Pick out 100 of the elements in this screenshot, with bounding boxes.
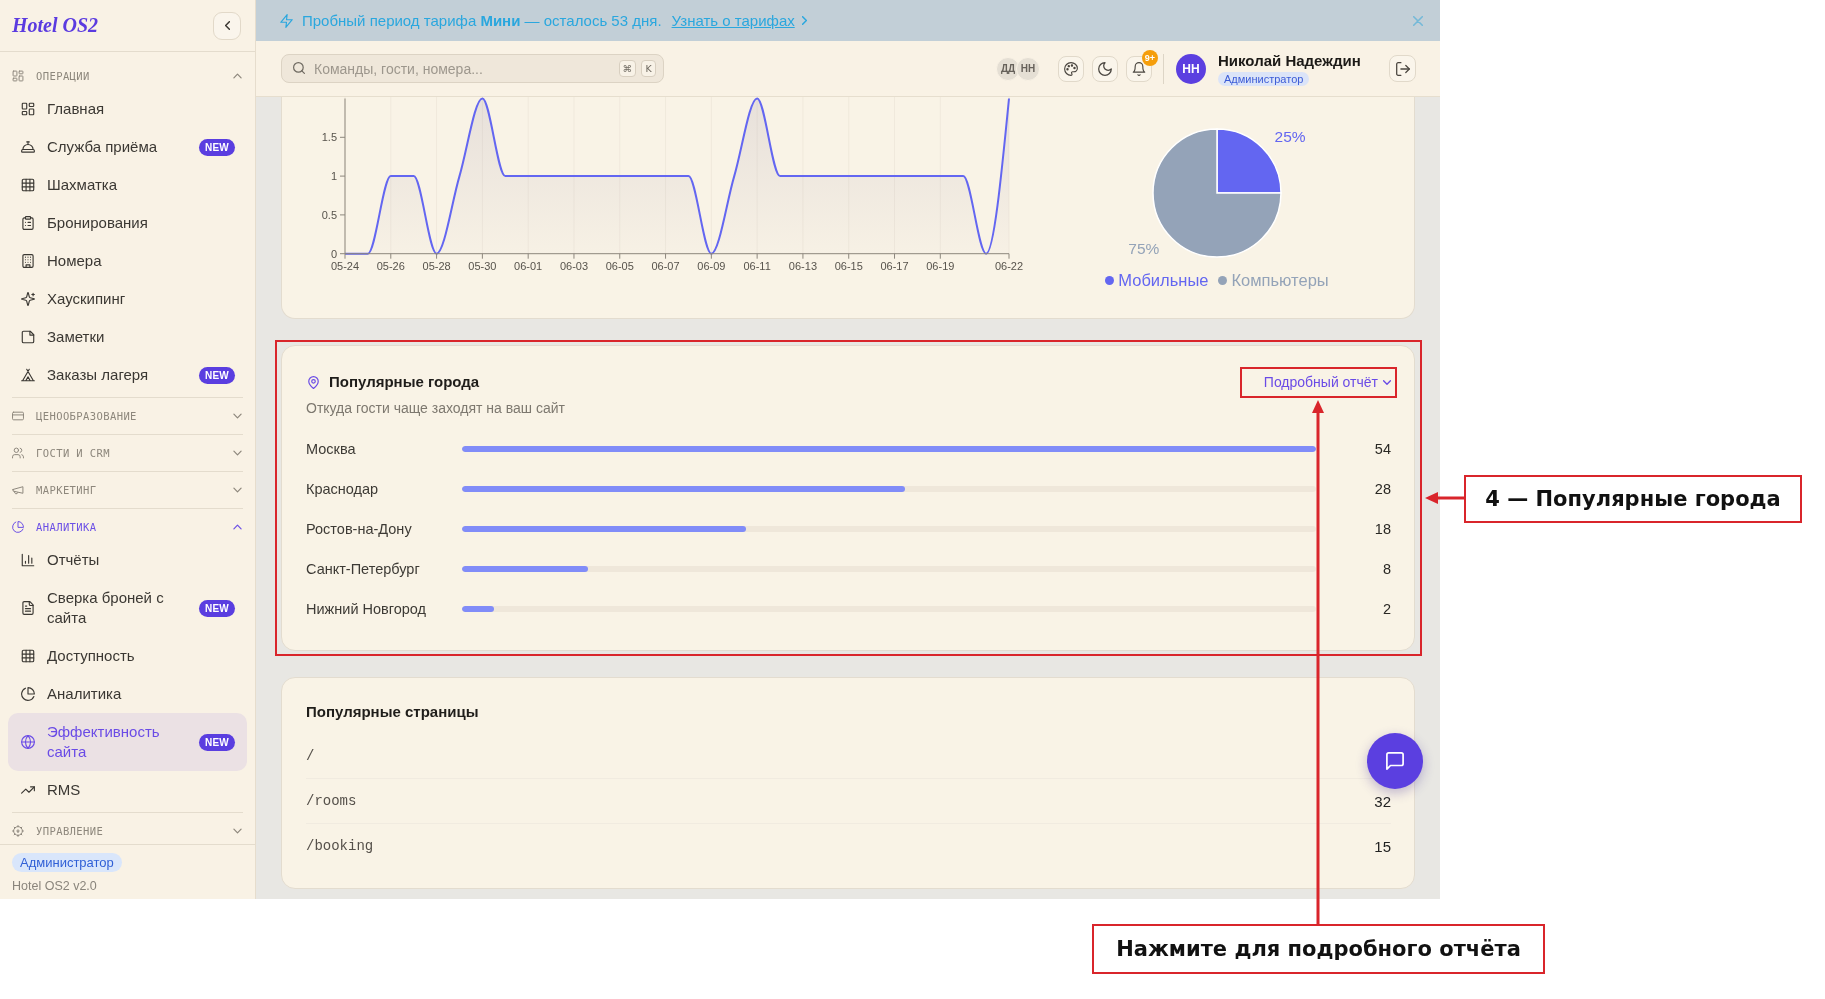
nav-item[interactable]: Сверка броней с сайта NEW [8, 579, 247, 637]
logout-icon [1395, 61, 1410, 76]
chevron-down-icon [1383, 379, 1391, 385]
tent-icon [21, 368, 35, 382]
shortcut-key: K [641, 60, 656, 77]
nav-item[interactable]: Аналитика [8, 675, 247, 713]
tick-label: 06-11 [743, 259, 771, 272]
chevron-down-icon [233, 450, 242, 456]
moon-icon [1098, 61, 1112, 76]
city-name: Москва [306, 441, 357, 457]
presence-avatar: НН [1016, 56, 1040, 81]
visit-count: 8 [1382, 561, 1391, 577]
city-name: Нижний Новгород [306, 601, 428, 617]
tick-label: 06-22 [994, 259, 1024, 272]
chevron-down-icon [233, 487, 242, 493]
card-title: Популярные страницы [306, 702, 480, 722]
gear-icon [12, 825, 24, 837]
arrow [1425, 491, 1464, 505]
chevron-down-icon [233, 413, 242, 419]
sparkle-icon [21, 292, 35, 306]
theme-button[interactable] [1092, 55, 1118, 82]
view-count: 15 [1374, 837, 1391, 855]
tick-label: 05-30 [468, 259, 497, 272]
nav-item[interactable]: Заметки [8, 318, 247, 356]
document-icon [21, 601, 35, 615]
people-icon [12, 447, 24, 459]
pie-chart-icon [12, 521, 24, 533]
nav-item[interactable]: Шахматка [8, 166, 247, 204]
card-subtitle: Откуда гости чаще заходят на ваш сайт [306, 400, 566, 416]
tick-label: 06-19 [926, 259, 955, 272]
bell-icon [1132, 61, 1146, 76]
megaphone-icon [12, 484, 24, 496]
app-logo[interactable]: Hotel OS2 [12, 14, 99, 37]
role-badge: Администратор [1218, 71, 1310, 86]
tick-label: 05-24 [330, 259, 360, 272]
tick-label: 0.5 [321, 208, 337, 221]
city-name: Ростов-на-Дону [306, 521, 413, 537]
note-icon [21, 330, 35, 344]
chevron-up-icon [233, 73, 242, 79]
visit-count: 2 [1382, 601, 1391, 617]
layout-grid-icon [12, 70, 24, 82]
notification-count: 9+ [1142, 49, 1158, 66]
service-bell-icon [21, 140, 35, 154]
new-badge: NEW [199, 599, 235, 617]
pie-chart-icon [21, 687, 35, 701]
tick-label: 06-01 [514, 259, 543, 272]
visit-count: 54 [1374, 441, 1391, 457]
tick-label: 06-13 [788, 259, 817, 272]
nav-item[interactable]: Бронирования [8, 204, 247, 242]
chevron-down-icon [233, 828, 242, 834]
section-toggle[interactable]: АНАЛИТИКА [12, 516, 243, 538]
chevron-left-icon [224, 21, 230, 30]
slice-label: 25% [1274, 127, 1306, 145]
new-badge: NEW [199, 366, 235, 384]
nav-item[interactable]: Номера [8, 242, 247, 280]
clipboard-icon [21, 216, 35, 230]
tick-label: 06-09 [697, 259, 726, 272]
chevron-up-icon [233, 524, 242, 530]
logout-button[interactable] [1389, 55, 1416, 82]
new-badge: NEW [199, 138, 235, 156]
bar-chart-icon [21, 553, 35, 567]
role-badge: Администратор [12, 853, 122, 872]
view-count: 32 [1374, 792, 1391, 810]
banner-text: Пробный период тарифа Мини — осталось 53 дня. [302, 12, 662, 29]
city-name: Санкт-Петербург [306, 561, 421, 577]
visit-count: 18 [1374, 521, 1391, 537]
legend-label: Мобильные [1118, 270, 1209, 290]
tick-label: 06-05 [605, 259, 634, 272]
building-icon [21, 254, 35, 268]
card-title: Популярные города [329, 372, 480, 392]
pin-icon [308, 375, 319, 389]
user-avatar[interactable]: НН [1176, 53, 1206, 84]
nav-item[interactable]: Главная [8, 90, 247, 128]
page-path: /booking [306, 838, 374, 854]
nav-item[interactable]: Хаускипинг [8, 280, 247, 318]
palette-button[interactable] [1058, 55, 1084, 82]
callout: Нажмите для подробного отчёта [1092, 924, 1545, 974]
slice-label: 75% [1128, 240, 1160, 258]
nav-item[interactable]: Служба приёма NEW [8, 128, 247, 166]
tick-label: 1 [330, 170, 337, 183]
page-path: / [306, 747, 315, 764]
tick-label: 05-26 [376, 259, 405, 272]
tick-label: 1.5 [321, 131, 337, 144]
lightning-icon [280, 13, 293, 28]
palette-icon [1064, 61, 1078, 76]
presence-avatar: ДД [996, 56, 1020, 81]
table-grid-icon [21, 649, 35, 663]
tick-label: 0 [330, 247, 337, 260]
nav-item[interactable]: RMS [8, 771, 247, 809]
tick-label: 06-15 [834, 259, 863, 272]
version-text: Hotel OS2 v2.0 [12, 878, 97, 894]
page-path: /rooms [306, 793, 357, 809]
nav-item[interactable]: Доступность [8, 637, 247, 675]
nav-item[interactable]: Эффективность сайта NEW [8, 713, 247, 771]
chevron-right-icon [801, 16, 807, 25]
report-button[interactable]: Подробный отчёт [1263, 374, 1391, 390]
table-grid-icon [21, 178, 35, 192]
chat-bubble-icon [1386, 752, 1404, 770]
nav-item[interactable]: Заказы лагеря NEW [8, 356, 247, 394]
nav-item[interactable]: Отчёты [8, 541, 247, 579]
